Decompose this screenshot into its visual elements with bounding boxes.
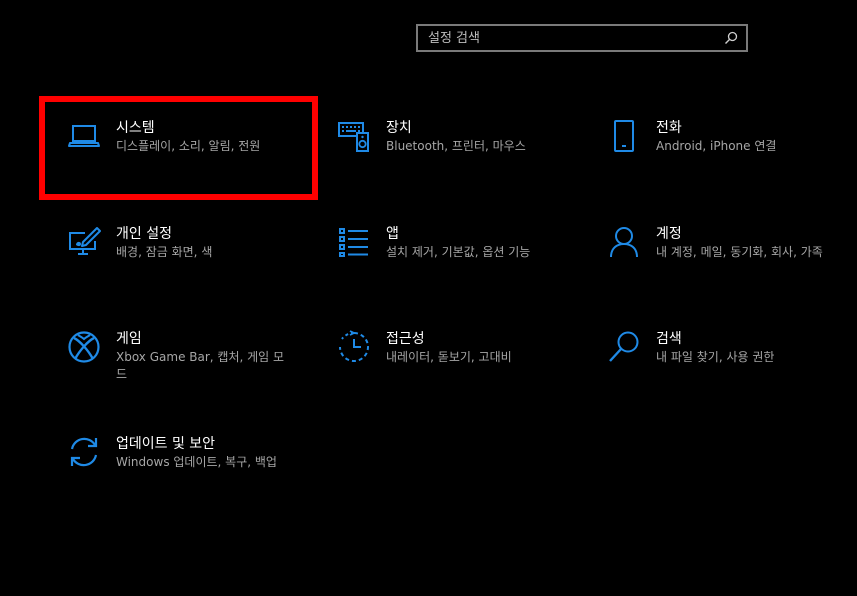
tile-title: 전화 — [656, 120, 682, 136]
tile-description: 설치 제거, 기본값, 옵션 기능 — [386, 245, 531, 259]
tile-gaming[interactable]: 게임 Xbox Game Bar, 캡처, 게임 모드 — [66, 329, 316, 383]
tile-update-security[interactable]: 업데이트 및 보안 Windows 업데이트, 복구, 백업 — [66, 434, 316, 471]
tile-search[interactable]: 검색 내 파일 찾기, 사용 권한 — [606, 329, 856, 366]
tile-title: 앱 — [386, 226, 399, 242]
search-icon[interactable] — [720, 27, 742, 49]
xbox-icon — [66, 329, 102, 365]
tile-description: 내 계정, 메일, 동기화, 회사, 가족 — [656, 245, 823, 259]
tile-title: 게임 — [116, 331, 142, 347]
sync-arrows-icon — [66, 434, 102, 470]
tile-devices[interactable]: 장치 Bluetooth, 프린터, 마우스 — [336, 118, 586, 155]
paint-monitor-icon — [66, 224, 102, 260]
tile-phone[interactable]: 전화 Android, iPhone 연결 — [606, 118, 856, 155]
tile-apps[interactable]: 앱 설치 제거, 기본값, 옵션 기능 — [336, 224, 586, 261]
tile-description: Xbox Game Bar, 캡처, 게임 모드 — [116, 350, 285, 381]
phone-icon — [606, 118, 642, 154]
app-list-icon — [336, 224, 372, 260]
tile-description: 내레이터, 돋보기, 고대비 — [386, 350, 512, 364]
tile-title: 장치 — [386, 120, 412, 136]
tile-description: Windows 업데이트, 복구, 백업 — [116, 455, 277, 469]
tile-title: 업데이트 및 보안 — [116, 436, 216, 452]
tile-description: 디스플레이, 소리, 알림, 전원 — [116, 139, 261, 153]
tile-ease-of-access[interactable]: 접근성 내레이터, 돋보기, 고대비 — [336, 329, 586, 366]
tile-accounts[interactable]: 계정 내 계정, 메일, 동기화, 회사, 가족 — [606, 224, 856, 261]
tile-title: 검색 — [656, 331, 682, 347]
tile-title: 시스템 — [116, 120, 155, 136]
tile-description: Android, iPhone 연결 — [656, 139, 777, 153]
tile-title: 접근성 — [386, 331, 425, 347]
tile-title: 계정 — [656, 226, 682, 242]
ease-of-access-icon — [336, 329, 372, 365]
search-input[interactable] — [418, 26, 720, 50]
tile-description: Bluetooth, 프린터, 마우스 — [386, 139, 526, 153]
tile-title: 개인 설정 — [116, 226, 172, 242]
tile-description: 내 파일 찾기, 사용 권한 — [656, 350, 775, 364]
laptop-icon — [66, 118, 102, 154]
magnifier-icon — [606, 329, 642, 365]
person-icon — [606, 224, 642, 260]
search-box[interactable] — [416, 24, 748, 52]
tile-description: 배경, 잠금 화면, 색 — [116, 245, 213, 259]
tile-personalization[interactable]: 개인 설정 배경, 잠금 화면, 색 — [66, 224, 316, 261]
keyboard-speaker-icon — [336, 118, 372, 154]
settings-home: 시스템 디스플레이, 소리, 알림, 전원 장치 Bluetooth, 프린터,… — [0, 0, 857, 596]
tile-system[interactable]: 시스템 디스플레이, 소리, 알림, 전원 — [66, 118, 316, 155]
